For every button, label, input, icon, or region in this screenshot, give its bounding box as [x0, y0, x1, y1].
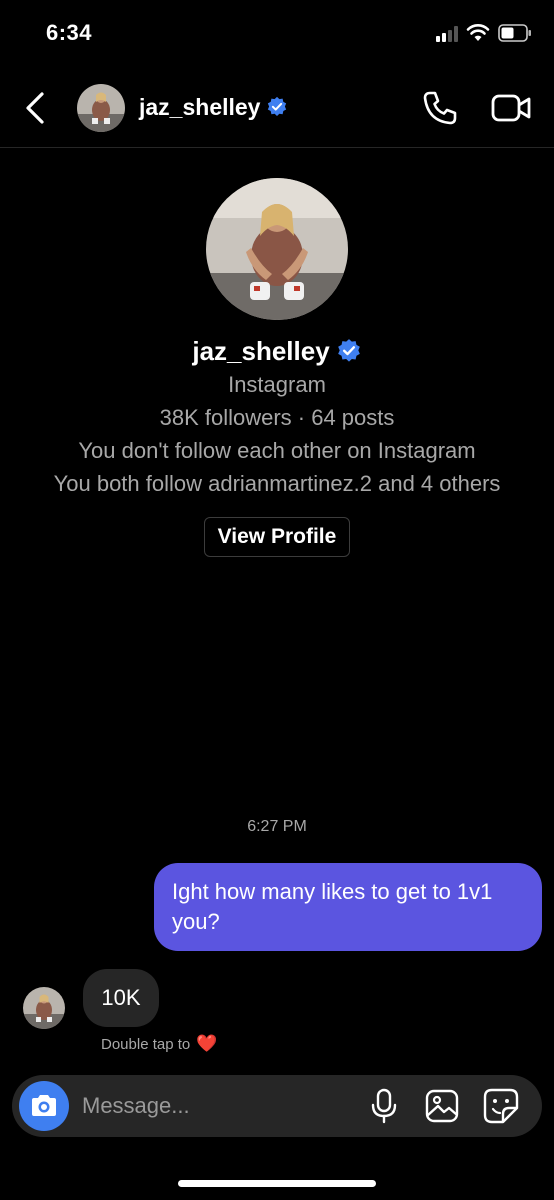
follow-status: You don't follow each other on Instagram: [78, 438, 476, 463]
verified-badge-icon: [268, 96, 287, 116]
incoming-message[interactable]: 10K: [83, 969, 159, 1027]
chat-header: jaz_shelley: [0, 70, 554, 148]
gallery-icon[interactable]: [425, 1089, 459, 1123]
status-time: 6:34: [46, 20, 93, 45]
battery-icon: [498, 24, 531, 42]
mutual-followers: You both follow adrianmartinez.2 and 4 o…: [53, 471, 501, 496]
heart-icon: ❤️: [196, 1034, 218, 1053]
profile-username: jaz_shelley: [192, 335, 330, 366]
camera-icon: [32, 1095, 56, 1116]
profile-card: jaz_shelley Instagram 38K followers · 64…: [0, 178, 554, 557]
header-username-row[interactable]: jaz_shelley: [139, 92, 288, 122]
phone-icon[interactable]: [420, 88, 460, 128]
header-avatar[interactable]: [77, 84, 125, 132]
cellular-signal-icon: [436, 26, 460, 42]
profile-stats: 38K followers · 64 posts: [159, 405, 395, 430]
double-tap-hint: Double tap to ❤️: [101, 1034, 217, 1054]
message-timestamp: 6:27 PM: [247, 818, 307, 835]
wifi-icon: [466, 24, 490, 41]
message-input[interactable]: [82, 1086, 352, 1126]
status-bar: 6:34: [0, 0, 554, 70]
microphone-icon[interactable]: [370, 1088, 398, 1124]
header-username: jaz_shelley: [139, 93, 261, 120]
outgoing-message[interactable]: Ight how many likes to get to 1v1 you?: [154, 863, 542, 951]
back-arrow-icon[interactable]: [20, 88, 50, 128]
profile-platform: Instagram: [228, 372, 326, 397]
double-tap-text: Double tap to: [101, 1035, 191, 1053]
view-profile-button[interactable]: View Profile: [203, 517, 351, 557]
verified-badge-icon: [337, 339, 360, 362]
sticker-icon[interactable]: [483, 1088, 519, 1124]
home-indicator[interactable]: [178, 1180, 376, 1187]
sender-avatar[interactable]: [23, 987, 65, 1029]
camera-button[interactable]: [19, 1081, 69, 1131]
profile-avatar[interactable]: [206, 178, 348, 320]
video-camera-icon[interactable]: [490, 90, 532, 126]
profile-name-row: jaz_shelley: [0, 334, 554, 368]
message-composer: [12, 1075, 542, 1137]
